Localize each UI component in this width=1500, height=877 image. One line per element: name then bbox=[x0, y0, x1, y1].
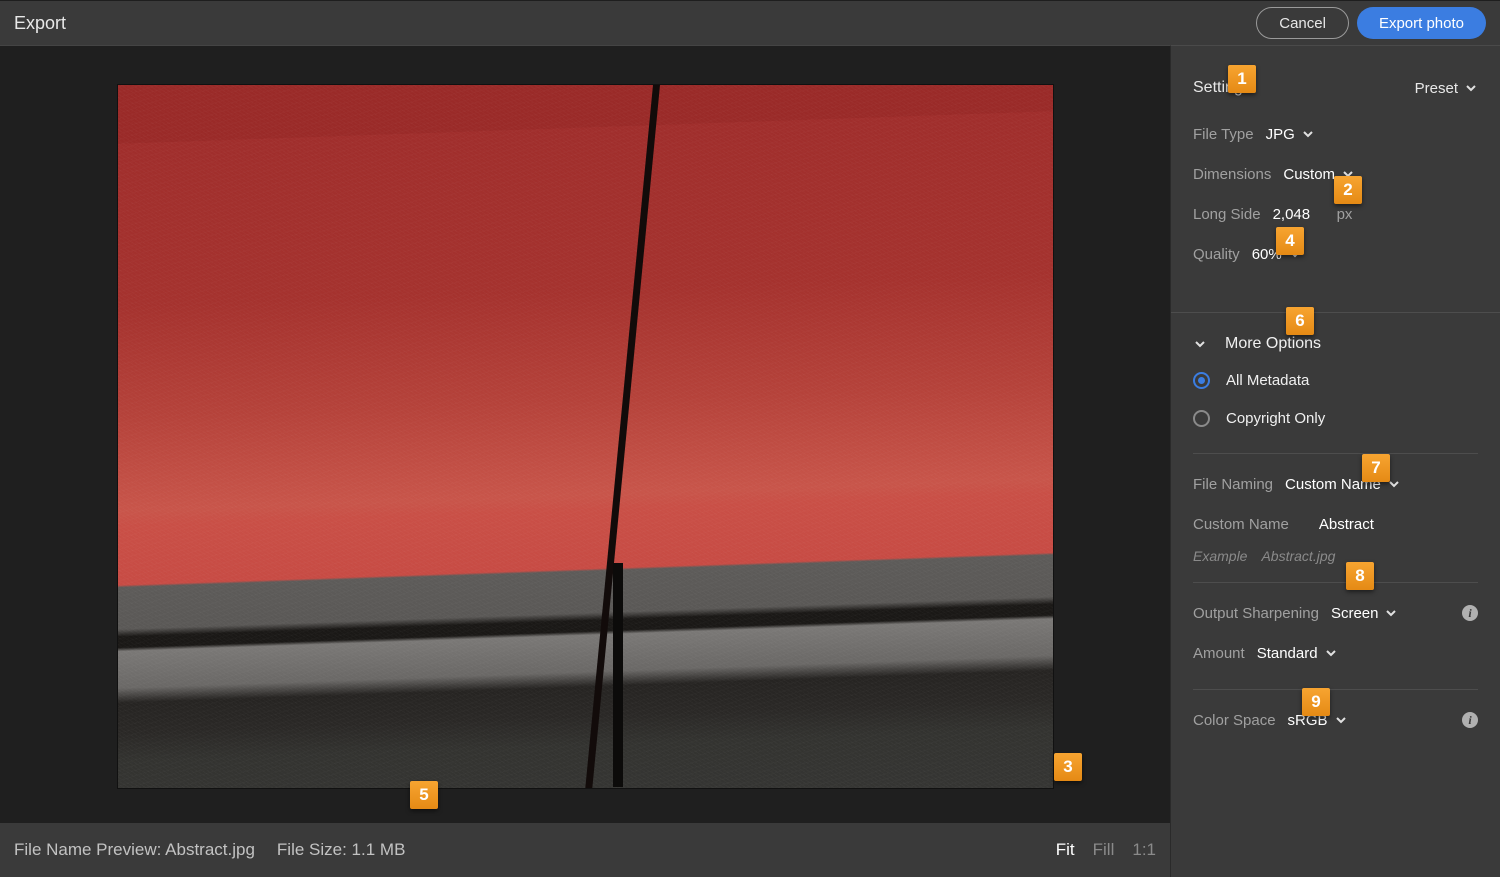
dimensions-value: Custom bbox=[1283, 166, 1335, 183]
more-options-heading: More Options bbox=[1225, 335, 1321, 353]
chevron-down-icon bbox=[1301, 127, 1315, 141]
amount-label: Amount bbox=[1193, 645, 1245, 662]
preview-footer: File Name Preview: Abstract.jpg File Siz… bbox=[0, 823, 1170, 877]
callout-2: 2 bbox=[1334, 176, 1362, 204]
long-side-label: Long Side bbox=[1193, 206, 1261, 223]
chevron-down-icon bbox=[1464, 81, 1478, 95]
radio-all-metadata[interactable]: All Metadata bbox=[1193, 363, 1478, 397]
callout-4: 4 bbox=[1276, 227, 1304, 255]
long-side-unit: px bbox=[1337, 206, 1353, 223]
callout-5: 5 bbox=[410, 781, 438, 809]
export-photo-button[interactable]: Export photo bbox=[1357, 7, 1486, 39]
amount-value: Standard bbox=[1257, 645, 1318, 662]
zoom-fill[interactable]: Fill bbox=[1093, 840, 1115, 860]
more-options-toggle[interactable]: More Options bbox=[1193, 335, 1478, 353]
dimensions-label: Dimensions bbox=[1193, 166, 1271, 183]
chevron-down-icon bbox=[1193, 337, 1207, 351]
zoom-controls: Fit Fill 1:1 bbox=[1056, 840, 1156, 860]
file-type-label: File Type bbox=[1193, 126, 1254, 143]
zoom-1to1[interactable]: 1:1 bbox=[1132, 840, 1156, 860]
preview-pane: File Name Preview: Abstract.jpg File Siz… bbox=[0, 45, 1170, 877]
radio-copyright-label: Copyright Only bbox=[1226, 410, 1325, 427]
radio-all-label: All Metadata bbox=[1226, 372, 1309, 389]
top-bar: Export Cancel Export photo bbox=[0, 0, 1500, 45]
radio-icon bbox=[1193, 372, 1210, 389]
callout-3: 3 bbox=[1054, 753, 1082, 781]
file-naming-label: File Naming bbox=[1193, 476, 1273, 493]
info-icon[interactable]: i bbox=[1462, 605, 1478, 621]
chevron-down-icon bbox=[1324, 646, 1338, 660]
custom-name-input[interactable] bbox=[1319, 516, 1429, 533]
cancel-button[interactable]: Cancel bbox=[1256, 7, 1349, 39]
chevron-down-icon bbox=[1384, 606, 1398, 620]
file-size-label: File Size: 1.1 MB bbox=[277, 840, 406, 860]
header-buttons: Cancel Export photo bbox=[1256, 7, 1486, 39]
callout-7: 7 bbox=[1362, 454, 1390, 482]
content: File Name Preview: Abstract.jpg File Siz… bbox=[0, 45, 1500, 877]
preview-area bbox=[0, 45, 1170, 823]
zoom-fit[interactable]: Fit bbox=[1056, 840, 1075, 860]
quality-label: Quality bbox=[1193, 246, 1240, 263]
output-sharpening-dropdown[interactable]: Screen bbox=[1331, 605, 1399, 622]
preset-dropdown[interactable]: Preset bbox=[1415, 80, 1478, 97]
preview-image bbox=[118, 85, 1053, 788]
file-type-value: JPG bbox=[1266, 126, 1295, 143]
example-label: Example bbox=[1193, 548, 1247, 564]
radio-copyright-only[interactable]: Copyright Only bbox=[1193, 401, 1478, 435]
color-space-label: Color Space bbox=[1193, 712, 1276, 729]
preset-label: Preset bbox=[1415, 80, 1458, 97]
callout-1: 1 bbox=[1228, 65, 1256, 93]
callout-6: 6 bbox=[1286, 307, 1314, 335]
dialog-title: Export bbox=[14, 13, 66, 34]
callout-8: 8 bbox=[1346, 562, 1374, 590]
long-side-input[interactable] bbox=[1273, 206, 1325, 223]
callout-9: 9 bbox=[1302, 688, 1330, 716]
output-sharpening-value: Screen bbox=[1331, 605, 1379, 622]
chevron-down-icon bbox=[1334, 713, 1348, 727]
output-sharpening-label: Output Sharpening bbox=[1193, 605, 1319, 622]
file-name-preview-label: File Name Preview: Abstract.jpg bbox=[14, 840, 255, 860]
settings-panel: Settings Preset File Type JPG Dimensions… bbox=[1170, 45, 1500, 877]
custom-name-label: Custom Name bbox=[1193, 516, 1289, 533]
example-value: Abstract.jpg bbox=[1261, 548, 1335, 564]
radio-icon bbox=[1193, 410, 1210, 427]
amount-dropdown[interactable]: Standard bbox=[1257, 645, 1338, 662]
file-type-dropdown[interactable]: JPG bbox=[1266, 126, 1315, 143]
info-icon[interactable]: i bbox=[1462, 712, 1478, 728]
